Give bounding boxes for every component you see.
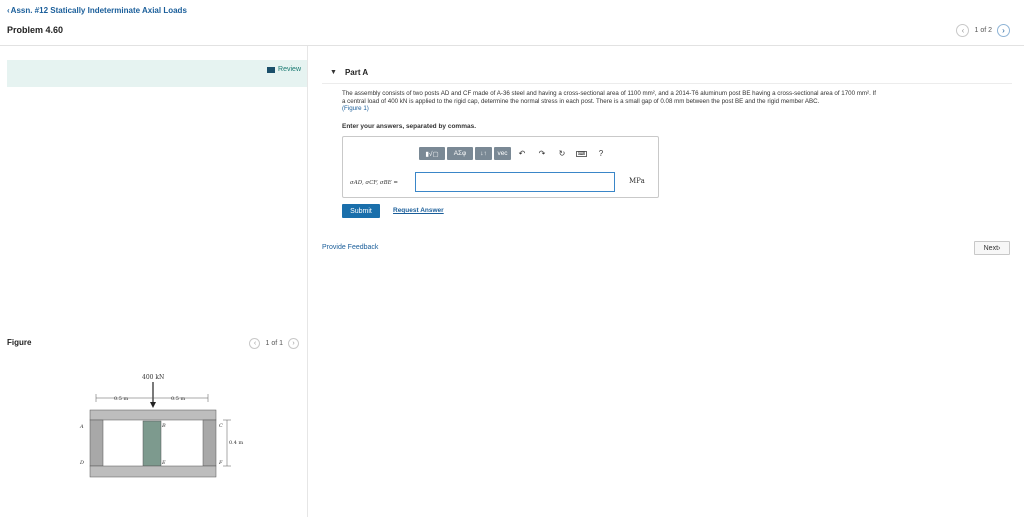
figure-diagram: 400 kN 0.5 m 0.5 m A B C D E F 0.4 m [79,374,244,478]
previous-problem-icon[interactable]: ‹ [956,24,970,37]
rigid-base [89,465,217,478]
rigid-cap [89,409,217,421]
previous-figure-icon[interactable]: ‹ [249,338,261,349]
dimension-right-label: 0.5 m [171,396,186,402]
vector-button[interactable]: vec [494,147,511,160]
figure-title: Figure [7,338,32,347]
label-E: E [161,460,166,466]
load-label: 400 kN [142,374,164,381]
back-link[interactable]: ‹ Assn. #12 Statically Indeterminate Axi… [7,6,187,15]
next-problem-icon[interactable]: › [997,24,1010,37]
load-arrowhead [150,402,156,408]
instructions: Enter your answers, separated by commas. [342,123,477,130]
problem-text-line2: a central load of 400 kN is applied to t… [342,97,820,105]
problem-statement: The assembly consists of two posts AD an… [342,90,1012,113]
label-C: C [219,423,223,429]
chevron-right-icon: › [998,244,1001,252]
arrows-button[interactable]: ↓↑ [475,147,492,160]
figure-link[interactable]: (Figure 1) [342,105,1012,113]
keyboard-icon[interactable]: ⌨ [576,150,587,157]
symbols-button[interactable]: AΣφ [447,147,473,160]
next-figure-icon[interactable]: › [288,338,299,349]
request-answer-link[interactable]: Request Answer [393,207,444,214]
label-D: D [79,460,84,466]
top-bar: ‹ Assn. #12 Statically Indeterminate Axi… [0,0,1024,46]
figure-pager: ‹ 1 of 1 › [249,338,299,349]
redo-icon[interactable]: ↷ [533,147,551,160]
post-CF [202,419,217,467]
review-label: Review [278,66,301,73]
figure-pager-text: 1 of 1 [265,340,283,347]
answer-unit: MPa [629,177,645,185]
problem-pager-text: 1 of 2 [974,27,992,34]
part-header[interactable]: ▼ Part A [330,68,368,77]
dimension-left-label: 0.5 m [114,396,129,402]
templates-button[interactable]: ▮√▢ [419,147,445,160]
height-label: 0.4 m [229,440,244,446]
chevron-left-icon: ‹ [7,6,10,15]
answer-variable-label: σAD, σCF, σBE = [350,180,399,186]
label-F: F [218,460,223,466]
label-B: B [161,423,166,429]
undo-icon[interactable]: ↶ [513,147,531,160]
reset-icon[interactable]: ↻ [553,147,571,160]
answer-input[interactable] [415,172,615,192]
next-button[interactable]: Next › [974,241,1010,255]
part-separator [322,83,1012,84]
post-BE [142,420,162,467]
answer-box: ▮√▢ AΣφ ↓↑ vec ↶ ↷ ↻ ⌨ ? σAD, σCF, σBE =… [342,136,659,198]
problem-pager: ‹ 1 of 2 › [956,24,1010,37]
part-title: Part A [344,68,369,77]
review-band: Review [7,60,307,87]
problem-title: Problem 4.60 [7,25,64,35]
provide-feedback-link[interactable]: Provide Feedback [322,244,378,251]
assignment-title: Assn. #12 Statically Indeterminate Axial… [10,6,187,15]
review-link[interactable]: Review [267,66,301,73]
collapse-caret-icon[interactable]: ▼ [330,69,337,76]
next-label: Next [983,244,999,252]
math-toolbar: ▮√▢ AΣφ ↓↑ vec ↶ ↷ ↻ ⌨ ? [419,147,610,160]
submit-button[interactable]: Submit [342,204,380,218]
column-divider [307,46,308,517]
book-icon [267,66,276,73]
help-icon[interactable]: ? [592,147,610,160]
problem-text-line1: The assembly consists of two posts AD an… [342,90,876,97]
post-AD [89,419,104,467]
label-A: A [79,424,84,430]
